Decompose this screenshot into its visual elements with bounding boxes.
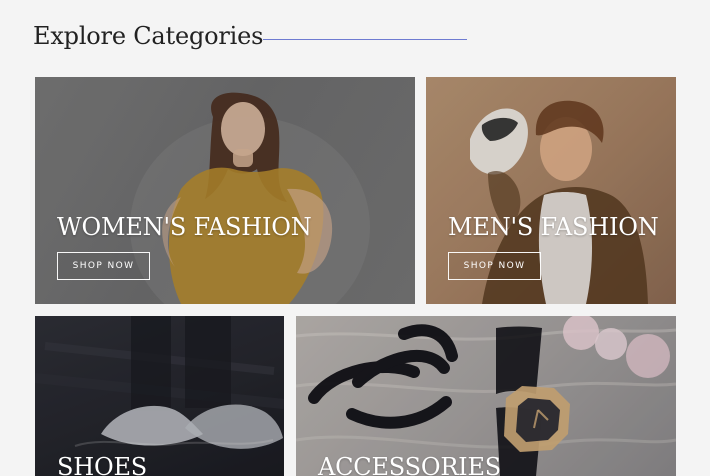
section-title: Explore Categories	[33, 22, 264, 50]
womens-fashion-shop-now-button[interactable]: SHOP NOW	[57, 252, 150, 280]
shoes-label: SHOES	[57, 453, 148, 476]
shoes-overlay	[35, 316, 284, 476]
category-card-accessories[interactable]: ACCESSORIES	[296, 316, 676, 476]
mens-fashion-shop-now-button[interactable]: SHOP NOW	[448, 252, 541, 280]
accessories-label: ACCESSORIES	[318, 453, 502, 476]
accessories-overlay	[296, 316, 676, 476]
mens-fashion-label: MEN'S FASHION	[448, 213, 659, 241]
womens-fashion-label: WOMEN'S FASHION	[57, 213, 312, 241]
category-card-mens-fashion[interactable]: MEN'S FASHION SHOP NOW	[426, 77, 676, 304]
category-card-womens-fashion[interactable]: WOMEN'S FASHION SHOP NOW	[35, 77, 415, 304]
section-header: Explore Categories	[33, 22, 493, 56]
title-underline	[263, 39, 467, 40]
category-card-shoes[interactable]: SHOES	[35, 316, 284, 476]
